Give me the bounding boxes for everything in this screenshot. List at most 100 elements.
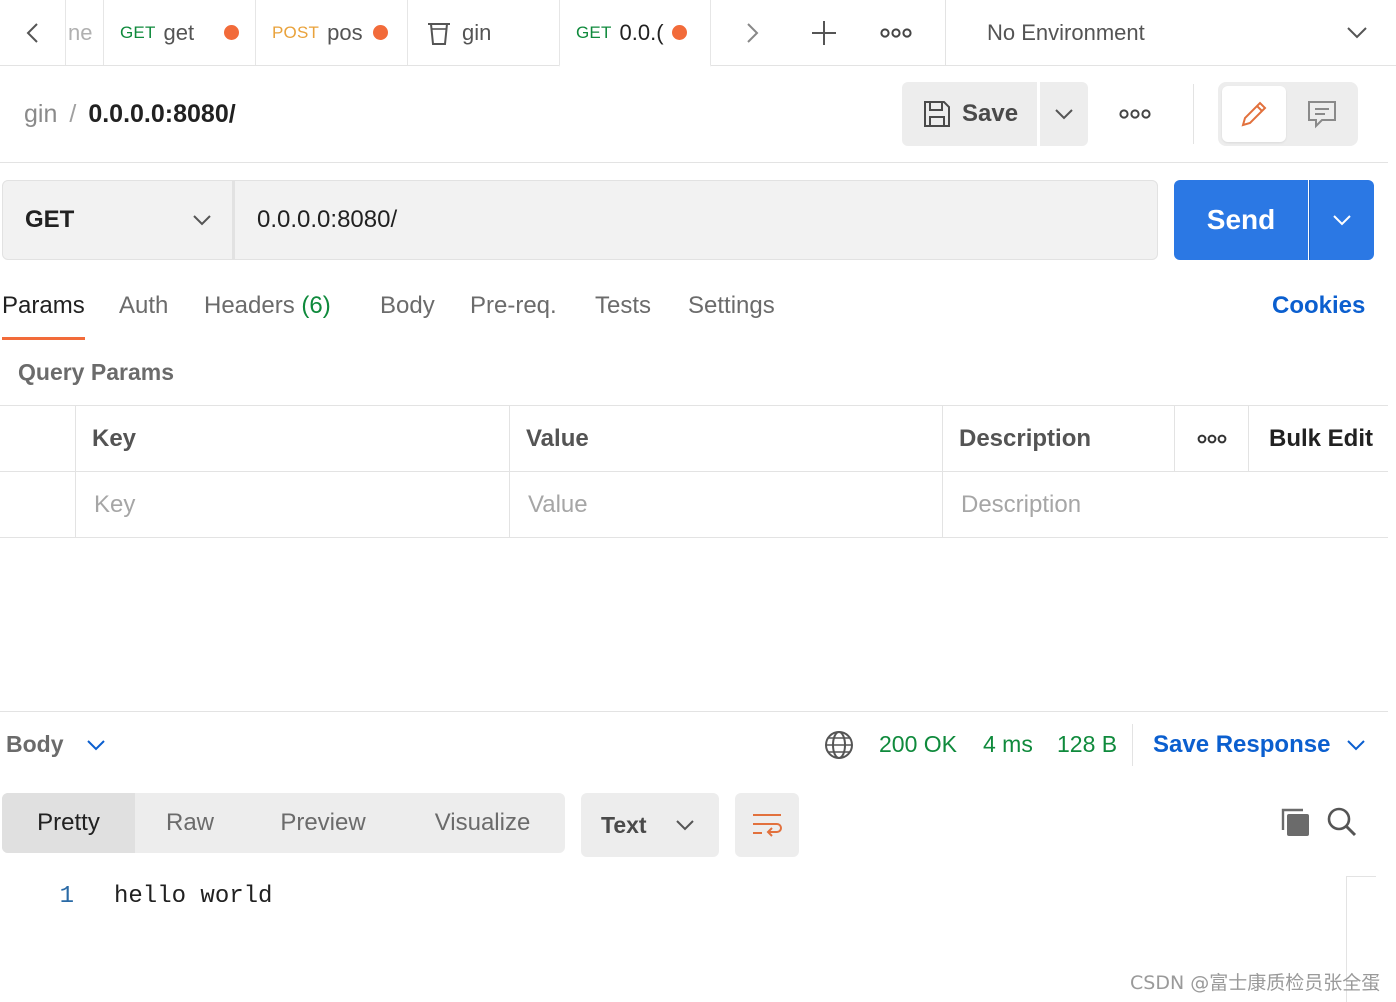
method-select[interactable]: GET [2, 180, 233, 260]
code-line: 1 hello world [0, 876, 273, 916]
tab-method: POST [272, 22, 320, 42]
tab-tests-label: Tests [595, 292, 652, 319]
edit-mode-button[interactable] [1222, 86, 1286, 142]
tab-get[interactable]: GET get [104, 0, 256, 65]
tabs-more-button[interactable] [866, 0, 926, 65]
tab-tests[interactable]: Tests [595, 292, 651, 340]
response-body-label: Body [6, 731, 64, 757]
globe-icon[interactable] [823, 729, 855, 761]
more-horizontal-icon [1119, 108, 1151, 120]
format-select[interactable]: Text [581, 793, 719, 857]
editor-scrollbar-cap [1346, 876, 1376, 877]
send-label: Send [1206, 204, 1276, 235]
line-text: hello world [114, 882, 273, 910]
column-header-value: Value [526, 424, 589, 452]
view-raw[interactable]: Raw [140, 793, 240, 853]
param-key-input[interactable]: Key [94, 472, 135, 537]
tabs-scroll-left[interactable] [0, 0, 66, 65]
tabs-scroll-right[interactable] [720, 0, 784, 65]
copy-button[interactable] [1275, 802, 1315, 842]
param-value-input[interactable]: Value [528, 472, 588, 537]
chevron-down-icon [86, 738, 106, 752]
column-options-button[interactable] [1175, 406, 1248, 471]
response-divider [0, 711, 1388, 712]
column-header-description: Description [959, 424, 1092, 452]
plus-icon [810, 19, 838, 47]
save-label: Save [962, 100, 1019, 127]
unsaved-dot [223, 25, 239, 40]
headers-count-badge: (6) [301, 292, 331, 319]
breadcrumb: gin / 0.0.0.0:8080/ [24, 100, 236, 129]
line-number: 1 [59, 882, 74, 910]
watermark: CSDN @富士康质检员张全蛋 [1130, 972, 1381, 994]
request-more-button[interactable] [1110, 82, 1160, 146]
table-border-mid [0, 471, 1388, 472]
tab-params-label: Params [2, 292, 85, 319]
trash-can-icon [424, 18, 454, 48]
environment-label: No Environment [987, 19, 1145, 45]
response-body-selector[interactable]: Body [6, 731, 106, 758]
response-time[interactable]: 4 ms [983, 731, 1033, 758]
view-preview[interactable]: Preview [260, 793, 386, 853]
tab-body[interactable]: Body [380, 292, 435, 340]
breadcrumb-separator: / [69, 100, 77, 128]
comment-icon [1306, 98, 1338, 130]
chevron-down-icon [675, 818, 695, 832]
tab-bar: ne GET get POST pos gin GET 0.0.(No Env… [0, 0, 1396, 67]
unsaved-dot [373, 25, 389, 40]
tab-headers-label: Headers [204, 292, 295, 319]
tab-active-request[interactable]: GET 0.0.( [559, 0, 711, 67]
tab-prereq-label: Pre-req. [470, 292, 557, 319]
tab-label: gin [462, 19, 492, 45]
search-icon [1326, 806, 1358, 838]
chevron-right-icon [744, 22, 760, 44]
response-status[interactable]: 200 OK [879, 731, 957, 758]
response-meta-divider [1132, 724, 1133, 766]
save-response-label: Save Response [1153, 731, 1331, 758]
response-size[interactable]: 128 B [1057, 731, 1117, 758]
floppy-disk-icon [922, 99, 952, 129]
table-border-bottom [0, 537, 1388, 538]
save-response-button[interactable]: Save Response [1153, 731, 1366, 759]
format-value: Text [601, 811, 647, 838]
tab-label: ne [68, 19, 93, 45]
bulk-edit-button[interactable]: Bulk Edit [1269, 406, 1373, 471]
tab-body-label: Body [380, 292, 435, 319]
chevron-down-icon [192, 213, 212, 227]
table-col-divider [1248, 405, 1249, 471]
comments-mode-button[interactable] [1290, 86, 1354, 142]
tab-prereq[interactable]: Pre-req. [470, 292, 557, 340]
tab-gin-collection[interactable]: gin [408, 0, 560, 65]
save-options-button[interactable] [1040, 82, 1088, 146]
tab-partial[interactable]: ne [66, 0, 104, 65]
send-options-button[interactable] [1309, 180, 1374, 260]
chevron-down-icon [1346, 738, 1366, 752]
tab-settings[interactable]: Settings [688, 292, 775, 340]
cookies-link[interactable]: Cookies [1272, 292, 1365, 320]
wrap-lines-button[interactable] [735, 793, 799, 857]
send-button[interactable]: Send [1174, 180, 1308, 260]
chevron-down-icon [1332, 213, 1352, 227]
view-visualize[interactable]: Visualize [410, 793, 555, 853]
tab-post[interactable]: POST pos [256, 0, 408, 65]
tab-params[interactable]: Params [2, 292, 85, 340]
param-description-input[interactable]: Description [961, 472, 1081, 537]
tab-label: pos [327, 19, 363, 45]
save-button[interactable]: Save [902, 82, 1037, 146]
tab-headers[interactable]: Headers (6) [204, 292, 331, 340]
tab-method: GET [120, 22, 156, 42]
more-horizontal-icon [1197, 433, 1227, 445]
chevron-down-icon [1346, 18, 1368, 48]
search-button[interactable] [1322, 802, 1362, 842]
tab-auth[interactable]: Auth [119, 292, 168, 340]
tab-settings-label: Settings [688, 292, 775, 319]
view-pretty[interactable]: Pretty [2, 793, 135, 853]
header-divider [1193, 84, 1194, 144]
copy-icon [1279, 806, 1311, 838]
url-input[interactable] [233, 180, 1158, 260]
breadcrumb-request[interactable]: 0.0.0.0:8080/ [88, 100, 235, 129]
wrap-lines-icon [750, 810, 784, 840]
environment-selector[interactable]: No Environment [945, 0, 1396, 65]
new-tab-button[interactable] [794, 0, 854, 65]
breadcrumb-collection[interactable]: gin [24, 100, 57, 129]
